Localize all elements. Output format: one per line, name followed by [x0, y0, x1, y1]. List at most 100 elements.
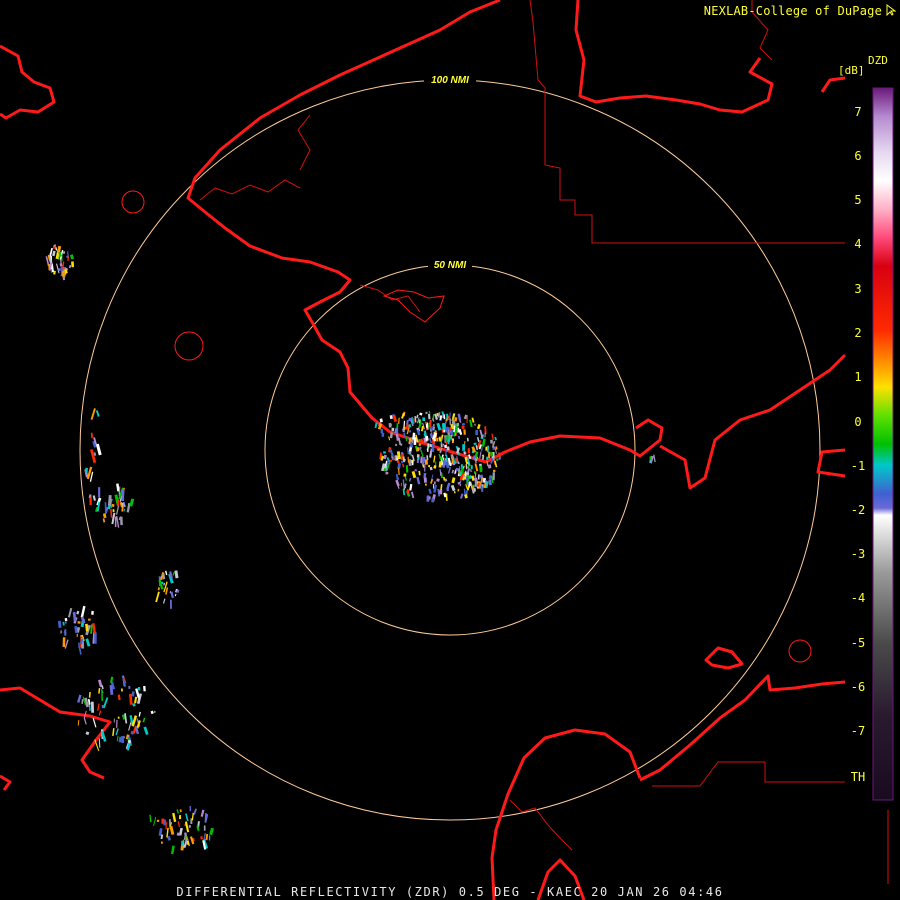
echo-pixel [479, 451, 482, 459]
echo-pixel [445, 418, 448, 422]
echo-pixel [137, 686, 141, 691]
echo-pixel [90, 701, 95, 713]
colorbar-tick: 3 [854, 282, 862, 296]
echo-pixel [486, 445, 490, 453]
echo-pixel [418, 470, 421, 476]
colorbar-tick: 6 [854, 149, 862, 163]
echo-pixel [477, 474, 480, 480]
echo-pixel [392, 415, 398, 422]
echo-pixel [442, 476, 446, 481]
echo-pixel [463, 429, 466, 435]
echo-pixel [493, 469, 496, 473]
echo-pixel [424, 421, 427, 425]
echo-pixel [91, 610, 94, 615]
echo-pixel [420, 449, 424, 457]
echo-pixel [121, 735, 125, 743]
echo-pixel [200, 836, 203, 840]
echo-pixel [470, 469, 472, 473]
echo-pixel [163, 582, 165, 586]
echo-pixel [120, 516, 123, 526]
echo-pixel [142, 717, 146, 723]
echo-pixel [431, 498, 434, 503]
echo-pixel [57, 620, 62, 628]
echo-pixel [428, 410, 431, 414]
echo-pixel [411, 470, 417, 479]
echo-pixel [496, 458, 499, 461]
echo-pixel [440, 484, 443, 491]
echo-pixel [102, 518, 106, 523]
echo-pixel [650, 459, 653, 464]
colorbar-tick: 2 [854, 326, 862, 340]
echo-pixel [394, 443, 398, 447]
echo-pixel [74, 625, 78, 634]
echo-pixel [157, 587, 160, 591]
echo-pixel [425, 483, 427, 486]
echo-pixel [94, 632, 97, 644]
echo-pixel [405, 465, 409, 473]
echo-pixel [81, 699, 84, 704]
echo-pixel [410, 453, 412, 457]
echo-pixel [77, 694, 82, 703]
echo-pixel [177, 821, 181, 828]
echo-pixel [402, 479, 405, 486]
echo-pixel [62, 270, 66, 277]
echo-pixel [85, 638, 91, 647]
echo-pixel [85, 467, 88, 473]
echo-pixel [92, 495, 96, 501]
echo-pixel [433, 481, 436, 485]
echo-pixel [408, 477, 412, 482]
echo-pixel [400, 482, 402, 487]
echo-pixel [63, 251, 65, 254]
echo-pixel [90, 449, 97, 464]
echo-pixel [466, 437, 469, 442]
echo-pixel [170, 591, 174, 599]
echo-pixel [459, 493, 464, 499]
echo-pixel [418, 439, 421, 443]
echo-pixel [490, 439, 493, 444]
echo-pixel [179, 809, 182, 813]
echo-pixel [389, 449, 394, 457]
echo-pixel [110, 508, 113, 518]
echo-pixel [391, 427, 395, 432]
echo-pixel [406, 419, 409, 425]
echo-pixel [467, 448, 470, 454]
echo-pixel [398, 417, 400, 424]
echo-pixel [653, 454, 656, 463]
echo-pixel [414, 415, 417, 423]
colorbar-tick: -4 [850, 591, 866, 605]
echo-pixel [71, 261, 75, 268]
echo-pixel [396, 460, 400, 464]
echo-pixel [432, 424, 435, 427]
echo-pixel [454, 417, 458, 422]
echo-pixel [143, 726, 149, 735]
echo-pixel [95, 443, 102, 456]
echo-pixel [461, 467, 464, 474]
echo-pixel [162, 598, 166, 604]
echo-pixel [473, 488, 476, 492]
echo-pixel [209, 827, 214, 836]
echo-pixel [488, 479, 492, 486]
echo-pixel [385, 471, 389, 475]
coastline [0, 0, 847, 900]
echo-pixel [416, 414, 419, 419]
echo-pixel [436, 478, 440, 482]
echo-pixel [428, 413, 431, 420]
echo-pixel [490, 452, 494, 457]
echo-pixel [444, 444, 447, 448]
cursor-icon [886, 4, 896, 16]
echo-pixel [463, 474, 466, 477]
echo-pixel [396, 477, 400, 481]
echo-pixel [169, 825, 175, 835]
echo-pixel [469, 419, 473, 428]
echo-pixel [114, 516, 117, 528]
echo-pixel [455, 467, 459, 471]
echo-pixel [153, 816, 157, 826]
echo-pixel [419, 412, 423, 416]
echo-pixel [425, 411, 428, 414]
colorbar-tick: -6 [850, 680, 866, 694]
echo-pixel [436, 422, 442, 431]
echo-pixel [430, 448, 433, 455]
echo-pixel [97, 703, 100, 711]
echo-pixel [138, 711, 141, 717]
credit-text: NEXLAB-College of DuPage [703, 4, 882, 18]
